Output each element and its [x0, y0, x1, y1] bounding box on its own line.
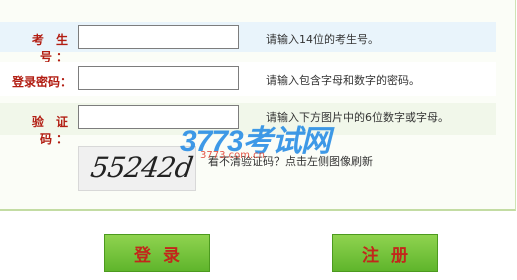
login-button[interactable]: 登录	[104, 234, 210, 272]
watermark-sub: 3773.com.cn	[200, 150, 265, 161]
candidate-number-row: 考 生 号： 请输入14位的考生号。	[0, 22, 496, 64]
password-input[interactable]	[78, 66, 239, 90]
candidate-number-label: 考 生 号：	[31, 33, 72, 64]
password-label: 登录密码：	[11, 75, 72, 89]
captcha-image-text: 55242d	[88, 151, 195, 184]
candidate-number-hint: 请输入14位的考生号。	[266, 33, 379, 46]
candidate-number-input[interactable]	[78, 25, 239, 49]
password-hint: 请输入包含字母和数字的密码。	[266, 74, 420, 87]
captcha-label: 验 证 码：	[31, 115, 72, 146]
captcha-image[interactable]: 55242d	[78, 146, 196, 191]
password-row: 登录密码： 请输入包含字母和数字的密码。	[0, 62, 496, 96]
login-form-panel: 考 生 号： 请输入14位的考生号。 登录密码： 请输入包含字母和数字的密码。 …	[0, 0, 516, 211]
register-button[interactable]: 注册	[332, 234, 438, 272]
